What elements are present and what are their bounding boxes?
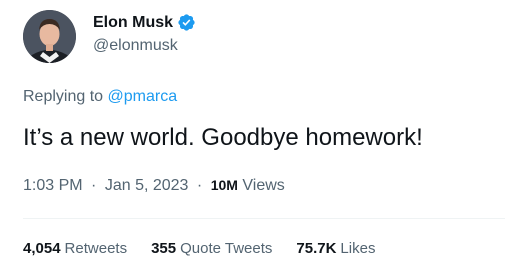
likes-label: Likes — [340, 240, 376, 257]
author-display-name[interactable]: Elon Musk — [93, 14, 173, 32]
tweet-time[interactable]: 1:03 PM — [23, 177, 83, 194]
tweet-meta: 1:03 PM · Jan 5, 2023 · 10M Views — [23, 177, 285, 195]
author-name-row: Elon Musk — [93, 13, 196, 32]
avatar-image — [23, 10, 76, 63]
verified-badge-icon — [177, 13, 196, 32]
replying-to-label: Replying to — [23, 88, 104, 105]
retweets-count: 4,054 — [23, 240, 61, 257]
likes-stat-link[interactable]: 75.7K Likes — [296, 240, 375, 257]
likes-count: 75.7K — [296, 240, 337, 257]
quote-tweets-stat-link[interactable]: 355 Quote Tweets — [151, 240, 272, 257]
tweet-date[interactable]: Jan 5, 2023 — [105, 177, 189, 194]
meta-separator: · — [196, 177, 203, 194]
views-label: Views — [242, 177, 285, 194]
author-handle[interactable]: @elonmusk — [93, 37, 178, 55]
meta-separator: · — [91, 177, 97, 194]
quote-tweets-label: Quote Tweets — [180, 240, 273, 257]
retweets-stat-link[interactable]: 4,054 Retweets — [23, 240, 127, 257]
reply-to-handle-link[interactable]: @pmarca — [108, 88, 178, 105]
quote-tweets-count: 355 — [151, 240, 177, 257]
replying-to-line: Replying to @pmarca — [23, 88, 177, 106]
retweets-label: Retweets — [64, 240, 128, 257]
views-count: 10M — [210, 177, 238, 193]
avatar[interactable] — [23, 10, 76, 63]
divider — [23, 218, 505, 219]
engagement-stats: 4,054 Retweets 355 Quote Tweets 75.7K Likes — [23, 240, 375, 257]
tweet-text: It’s a new world. Goodbye homework! — [23, 124, 423, 151]
